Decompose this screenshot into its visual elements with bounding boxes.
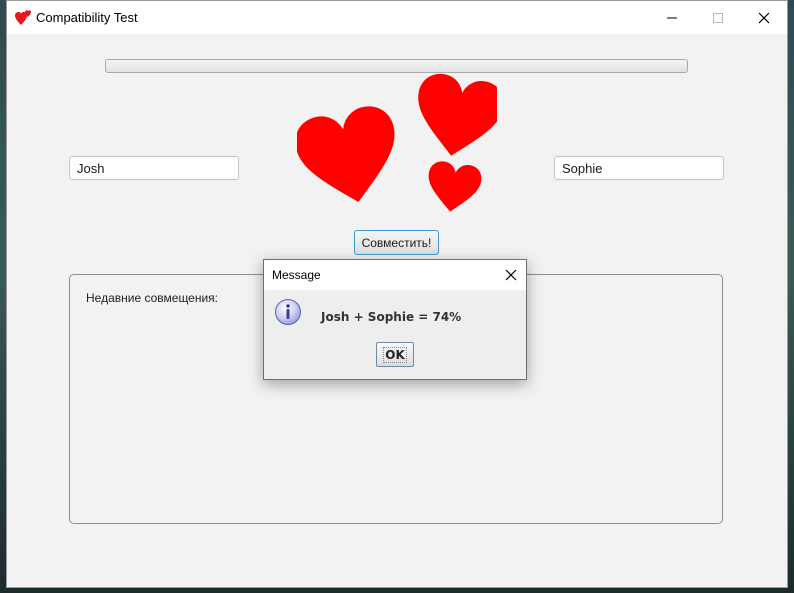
minimize-icon (667, 17, 677, 19)
ok-button[interactable]: OK (376, 342, 414, 367)
recent-matches-label: Недавние совмещения: (86, 291, 219, 305)
second-name-input[interactable] (554, 156, 724, 180)
match-button[interactable]: Совместить! (354, 230, 439, 255)
dialog-title-bar[interactable]: Message (264, 260, 526, 290)
window-title: Compatibility Test (36, 10, 138, 25)
dialog-close-button[interactable] (498, 262, 524, 288)
close-button[interactable] (741, 1, 787, 34)
hearts-icon (15, 10, 31, 25)
message-dialog: Message Josh + Sophie = 74% OK (263, 259, 527, 380)
close-icon (758, 12, 770, 24)
heart-small (423, 159, 484, 216)
maximize-button[interactable] (695, 1, 741, 34)
close-icon (505, 269, 517, 281)
info-icon (275, 299, 301, 325)
dialog-title: Message (272, 268, 321, 282)
heart-medium (408, 71, 497, 164)
ok-button-label: OK (383, 346, 407, 363)
minimize-button[interactable] (649, 1, 695, 34)
dialog-message: Josh + Sophie = 74% (321, 310, 462, 324)
first-name-input[interactable] (69, 156, 239, 180)
heart-large (297, 101, 408, 213)
title-bar[interactable]: Compatibility Test (7, 1, 787, 34)
maximize-icon (713, 13, 723, 23)
hearts-illustration (297, 71, 497, 216)
